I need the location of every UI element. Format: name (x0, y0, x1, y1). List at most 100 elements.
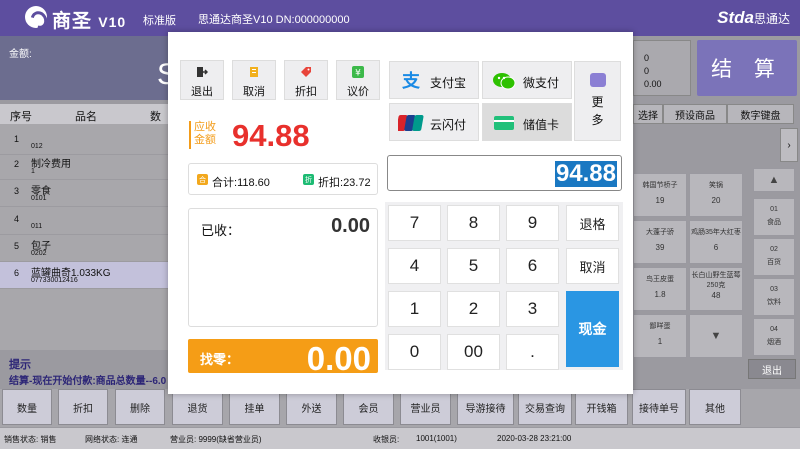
product-button[interactable]: 大蓬子骄 39 (633, 220, 687, 264)
key-dot[interactable]: . (506, 334, 559, 370)
key-00[interactable]: 00 (447, 334, 500, 370)
tab-select[interactable]: 选择 (633, 104, 663, 124)
fn-delete-button[interactable]: 删除 (115, 389, 165, 425)
table-row-selected[interactable]: 6 蓝罐曲奇1.033KG 077330012416 (0, 262, 168, 289)
table-row[interactable]: 1 012 (0, 128, 168, 155)
alipay-label: 支付宝 (430, 76, 467, 90)
product-name: 鸡肠35年大红枣 (691, 229, 741, 236)
due-label-line1: 应收 (194, 121, 216, 133)
wechat-label: 微支付 (523, 76, 560, 90)
amount-due-value: 94.88 (232, 118, 310, 153)
product-page-down-button[interactable]: ▼ (689, 314, 743, 358)
product-code: 6 (713, 243, 719, 252)
header-name: 品名 (75, 111, 97, 123)
vendor-logo-cn: 思通达 (753, 12, 790, 26)
fn-transaction-query-button[interactable]: 交易查询 (518, 389, 572, 425)
product-button[interactable]: 鄙咩蛋 1 (633, 314, 687, 358)
fn-guide-reception-button[interactable]: 导游接待 (457, 389, 514, 425)
bargain-button[interactable]: ¥ 议价 (336, 60, 380, 100)
key-6[interactable]: 6 (506, 248, 559, 284)
window-title: 思通达商圣V10 DN:000000000 (198, 14, 350, 26)
fn-quantity-button[interactable]: 数量 (2, 389, 52, 425)
discount-button[interactable]: 折扣 (284, 60, 328, 100)
fn-member-button[interactable]: 会员 (343, 389, 394, 425)
product-code: 39 (655, 243, 665, 252)
fn-open-drawer-button[interactable]: 开钱箱 (575, 389, 628, 425)
exit-right-button[interactable]: 退出 (748, 359, 796, 379)
yuan-icon: ¥ (337, 66, 379, 80)
product-button[interactable]: 鸡肠35年大红枣 6 (689, 220, 743, 264)
tab-preset-products[interactable]: 预设商品 (663, 104, 727, 124)
row-no: 3 (14, 186, 20, 196)
sales-status: 销售状态: 销售 (4, 435, 57, 444)
key-8[interactable]: 8 (447, 205, 500, 241)
fn-delivery-button[interactable]: 外送 (286, 389, 337, 425)
category-button[interactable]: 02 百货 (753, 238, 795, 276)
wechat-pay-button[interactable]: 微支付 (482, 61, 572, 99)
category-up-button[interactable]: ▲ (753, 168, 795, 192)
category-no: 01 (770, 206, 778, 213)
category-no: 02 (770, 246, 778, 253)
product-name: 大蓬子骄 (646, 229, 674, 236)
fn-return-button[interactable]: 退货 (172, 389, 223, 425)
category-button[interactable]: 03 饮料 (753, 278, 795, 316)
key-9[interactable]: 9 (506, 205, 559, 241)
key-7[interactable]: 7 (388, 205, 441, 241)
table-row[interactable]: 3 零食 0101 (0, 180, 168, 207)
clerk-status: 营业员: 9999(缺省营业员) (170, 435, 262, 444)
key-0[interactable]: 0 (388, 334, 441, 370)
table-row[interactable]: 2 制冷费用 1 (0, 153, 168, 180)
cancel-key[interactable]: 取消 (566, 248, 619, 284)
total-text: 合计:118.60 (212, 174, 270, 190)
row-code: 0101 (31, 195, 47, 202)
fn-reception-number-button[interactable]: 接待单号 (632, 389, 686, 425)
checkout-button[interactable]: 结 算 (697, 40, 797, 96)
product-button[interactable]: 鸟王皮蛋 1.8 (633, 267, 687, 311)
fn-other-button[interactable]: 其他 (689, 389, 741, 425)
table-row[interactable]: 4 011 (0, 208, 168, 235)
product-button[interactable]: 笑锅 20 (689, 173, 743, 217)
cancel-label: 取消 (243, 86, 265, 98)
tips-panel: 提示 结算-现在开始付款:商品总数量--6.0 (0, 352, 168, 388)
cancel-order-button[interactable]: 取消 (232, 60, 276, 100)
product-button[interactable]: 韩国节桥子 19 (633, 173, 687, 217)
product-code: 20 (711, 196, 721, 205)
key-5[interactable]: 5 (447, 248, 500, 284)
sales-list: 1 012 2 制冷费用 1 3 零食 0101 4 011 5 包子 0202… (0, 124, 168, 350)
product-button[interactable]: 长白山野生蓝莓250克 48 (689, 267, 743, 311)
due-label-line2: 金额 (194, 134, 216, 146)
discount-badge-icon: 折 (303, 174, 314, 185)
payment-dialog: 退出 取消 折扣 ¥ 议价 应收 金额 94.88 合 合计:118.60 折 折… (168, 32, 633, 394)
table-row[interactable]: 5 包子 0202 (0, 235, 168, 262)
side-arrow-button[interactable]: › (780, 128, 798, 162)
brand-version: V10 (98, 14, 127, 30)
more-payments-button[interactable]: 更多 (574, 61, 621, 141)
amount-due-label: 应收 金额 (189, 121, 219, 149)
backspace-key[interactable]: 退格 (566, 205, 619, 241)
totals-box: 合 合计:118.60 折 折扣:23.72 (188, 163, 378, 195)
alipay-button[interactable]: 支 支付宝 (389, 61, 479, 99)
row-no: 4 (14, 214, 20, 224)
fn-hold-button[interactable]: 挂单 (229, 389, 280, 425)
key-1[interactable]: 1 (388, 291, 441, 327)
category-button[interactable]: 01 食品 (753, 198, 795, 236)
key-2[interactable]: 2 (447, 291, 500, 327)
category-label: 饮料 (767, 299, 781, 306)
summary-panel: 0 0 0.00 (633, 40, 691, 96)
payment-amount-input[interactable]: 94.88 (387, 155, 622, 191)
stored-value-card-button[interactable]: 储值卡 (482, 103, 572, 141)
unionpay-button[interactable]: 云闪付 (389, 103, 479, 141)
category-label: 百货 (767, 259, 781, 266)
product-name: 韩国节桥子 (642, 182, 678, 189)
cash-button[interactable]: 现金 (566, 291, 619, 367)
edition-label: 标准版 (143, 15, 176, 27)
exit-button[interactable]: 退出 (180, 60, 224, 100)
exit-icon (181, 66, 223, 80)
fn-discount-button[interactable]: 折扣 (58, 389, 108, 425)
row-code: 011 (31, 223, 43, 230)
tab-number-keyboard[interactable]: 数字键盘 (727, 104, 794, 124)
key-4[interactable]: 4 (388, 248, 441, 284)
fn-clerk-button[interactable]: 营业员 (400, 389, 451, 425)
key-3[interactable]: 3 (506, 291, 559, 327)
category-button[interactable]: 04 烟酒 (753, 318, 795, 356)
